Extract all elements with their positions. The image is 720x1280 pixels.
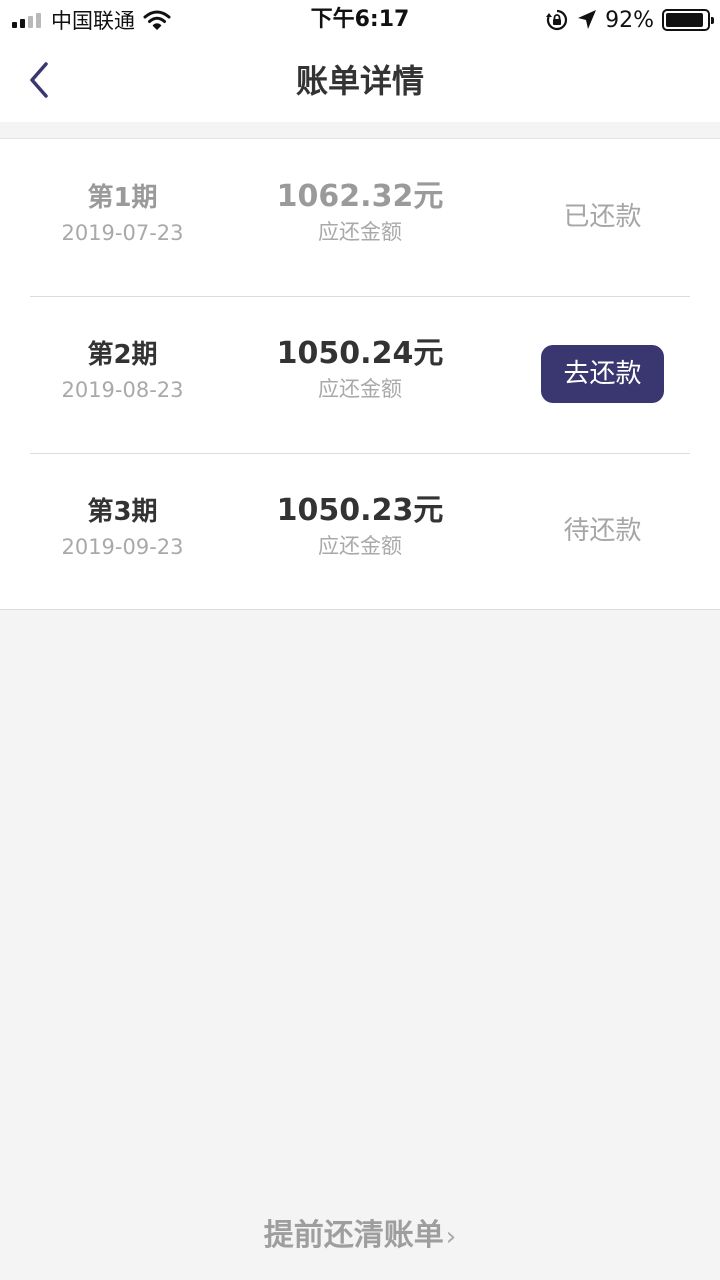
battery-percent: 92% [605,7,654,33]
bill-list: 第1期 2019-07-23 1062.32元 应还金额 已还款 第2期 201… [0,138,720,610]
amount-value: 1050.23元 [276,493,444,528]
amount-cell: 1062.32元 应还金额 [250,179,470,248]
amount-value: 1050.24元 [276,336,444,371]
early-repay-link[interactable]: 提前还清账单› [0,1214,720,1259]
page-title: 账单详情 [295,62,424,100]
period-cell: 第3期 2019-09-23 [40,495,205,564]
pay-now-button[interactable]: 去还款 [541,345,664,403]
battery-fill [666,13,703,27]
period-cell: 第1期 2019-07-23 [40,181,205,250]
bill-row-3: 第3期 2019-09-23 1050.23元 应还金额 待还款 [0,453,720,610]
due-date: 2019-08-23 [61,378,184,402]
action-cell: 去还款 [530,345,675,403]
due-date: 2019-07-23 [61,221,184,245]
bill-row-1: 第1期 2019-07-23 1062.32元 应还金额 已还款 [0,139,720,296]
amount-cell: 1050.24元 应还金额 [250,336,470,405]
amount-label: 应还金额 [318,377,402,401]
due-date: 2019-09-23 [61,535,184,559]
action-cell: 已还款 [530,195,675,239]
amount-cell: 1050.23元 应还金额 [250,493,470,562]
chevron-right-icon: › [445,1222,457,1252]
status-right: 92% [545,6,714,34]
amount-label: 应还金额 [318,534,402,558]
nav-bar: 账单详情 [0,40,720,122]
battery-icon [662,9,714,31]
period-label: 第1期 [87,183,158,213]
early-repay-label: 提前还清账单 [263,1218,444,1253]
rotation-lock-icon [546,9,568,31]
location-icon [578,10,597,29]
status-bar: 中国联通 下午6:17 92% [0,0,720,40]
amount-value: 1062.32元 [276,179,444,214]
bill-detail-page: 中国联通 下午6:17 92% 账单详情 第1期 2019-07-23 1062… [0,0,720,1280]
period-label: 第2期 [87,340,158,370]
amount-label: 应还金额 [318,220,402,244]
status-paid-text: 已还款 [563,202,642,232]
action-cell: 待还款 [530,509,675,553]
bill-row-2: 第2期 2019-08-23 1050.24元 应还金额 去还款 [0,296,720,453]
period-label: 第3期 [87,497,158,527]
period-cell: 第2期 2019-08-23 [40,338,205,407]
status-pending-text: 待还款 [563,516,642,546]
